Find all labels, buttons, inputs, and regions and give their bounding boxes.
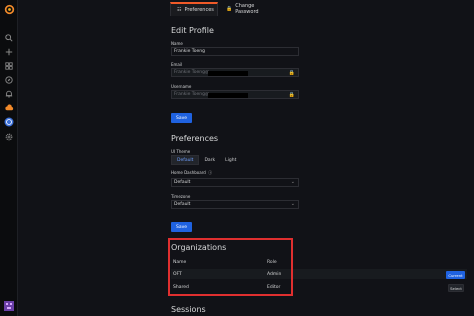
plus-icon[interactable] xyxy=(3,46,15,58)
sliders-icon: ☷ xyxy=(177,7,182,13)
save-preferences-button[interactable]: Save xyxy=(171,222,192,232)
lock-icon: 🔒 xyxy=(226,6,233,12)
home-dashboard-select[interactable]: Default ⌄ xyxy=(171,178,299,187)
edit-profile-title: Edit Profile xyxy=(171,26,214,35)
info-icon[interactable]: ⓘ xyxy=(208,170,212,175)
settings-gear-icon[interactable] xyxy=(3,131,15,143)
theme-option-dark[interactable]: Dark xyxy=(199,155,220,165)
home-dashboard-label-text: Home Dashboard xyxy=(171,170,206,175)
select-org-button[interactable]: Select xyxy=(448,284,464,292)
explore-compass-icon[interactable] xyxy=(3,74,15,86)
sessions-title: Sessions xyxy=(171,305,206,314)
tab-change-password[interactable]: 🔒 Change Password xyxy=(220,2,280,16)
preferences-title: Preferences xyxy=(171,134,219,143)
save-profile-button[interactable]: Save xyxy=(171,113,192,123)
username-value: Frankie Toeng@ xyxy=(174,92,210,97)
cloud-icon[interactable] xyxy=(3,102,15,114)
email-label: Email xyxy=(171,62,183,67)
current-org-button[interactable]: Current xyxy=(446,271,465,279)
alerting-bell-icon[interactable] xyxy=(3,88,15,100)
email-value: Frankie Toeng@ xyxy=(174,70,210,75)
tab-change-password-label: Change Password xyxy=(235,3,259,15)
name-value: Frankie Toeng xyxy=(174,49,205,54)
timezone-select[interactable]: Default ⌄ xyxy=(171,200,299,209)
tab-bar: ☷ Preferences 🔒 Change Password xyxy=(18,0,474,18)
search-icon[interactable] xyxy=(3,32,15,44)
redaction-bar xyxy=(208,93,248,98)
timezone-value: Default xyxy=(174,202,191,207)
theme-option-light[interactable]: Light xyxy=(220,155,241,165)
dashboards-icon[interactable] xyxy=(3,60,15,72)
name-input[interactable]: Frankie Toeng xyxy=(171,47,299,56)
timezone-label: Timezone xyxy=(171,194,191,199)
chevron-down-icon: ⌄ xyxy=(290,201,295,207)
sidebar xyxy=(0,0,18,316)
grafana-logo-icon[interactable] xyxy=(3,3,15,15)
redaction-bar xyxy=(208,71,248,76)
tab-preferences-label: Preferences xyxy=(184,7,214,13)
home-dashboard-value: Default xyxy=(174,180,191,185)
lock-icon: 🔒 xyxy=(288,92,295,98)
lock-icon: 🔒 xyxy=(288,70,295,76)
ui-theme-radio-group: Default Dark Light xyxy=(171,155,241,165)
highlight-annotation-box xyxy=(168,238,293,296)
ui-theme-label: UI Theme xyxy=(171,149,191,154)
chevron-down-icon: ⌄ xyxy=(290,179,295,185)
username-label: Username xyxy=(171,84,192,89)
user-profile-icon[interactable] xyxy=(3,116,15,128)
name-label: Name xyxy=(171,41,183,46)
avatar-icon[interactable] xyxy=(4,296,14,311)
tab-preferences[interactable]: ☷ Preferences xyxy=(170,2,218,16)
theme-option-default[interactable]: Default xyxy=(171,155,200,165)
email-input: Frankie Toeng@ 🔒 xyxy=(171,68,299,77)
home-dashboard-label: Home Dashboard ⓘ xyxy=(171,170,212,176)
username-input: Frankie Toeng@ 🔒 xyxy=(171,90,299,99)
